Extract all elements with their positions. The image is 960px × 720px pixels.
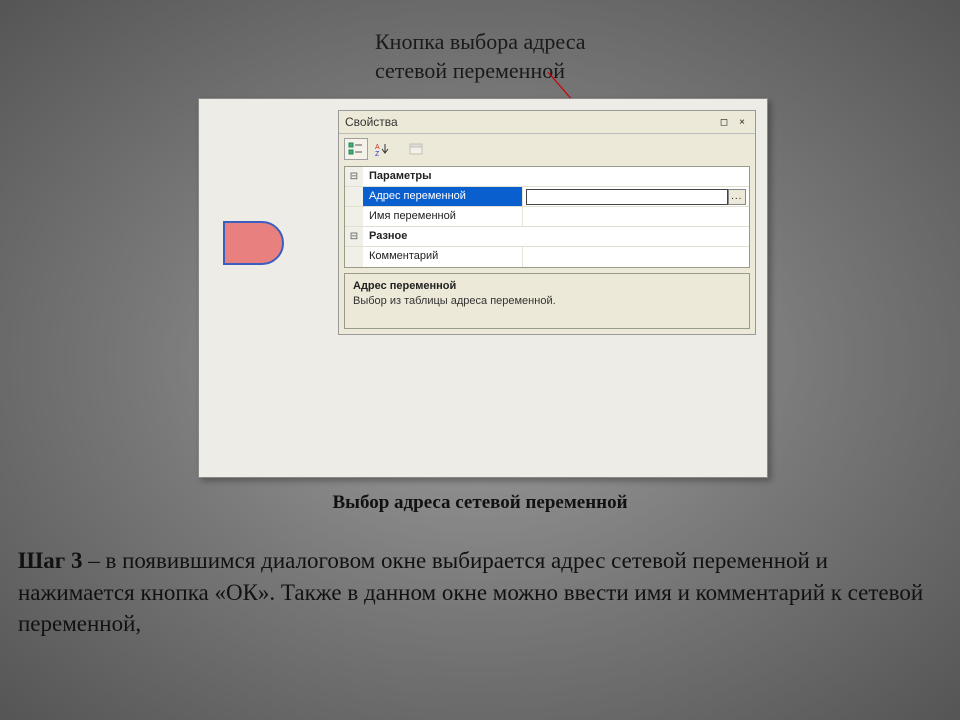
prop-label-name: Имя переменной	[363, 207, 523, 226]
prop-value-comment[interactable]	[523, 247, 749, 267]
group-row-parameters: ⊟ Параметры	[345, 167, 749, 187]
figure-caption: Выбор адреса сетевой переменной	[0, 492, 960, 514]
svg-text:A: A	[375, 144, 380, 151]
annotation-line2: сетевой переменной	[375, 58, 565, 83]
properties-panel: Свойства ◻ × A Z	[338, 110, 756, 335]
property-pages-button[interactable]	[404, 138, 428, 160]
svg-text:Z: Z	[375, 151, 380, 156]
property-grid: ⊟ Параметры Адрес переменной ... Имя пер…	[344, 166, 750, 268]
panel-window-controls: ◻ ×	[717, 116, 749, 128]
prop-row-address[interactable]: Адрес переменной ...	[345, 187, 749, 207]
group-row-misc: ⊟ Разное	[345, 227, 749, 247]
step-paragraph: Шаг 3 – в появившимся диалоговом окне вы…	[18, 545, 930, 640]
description-text: Выбор из таблицы адреса переменной.	[353, 295, 741, 307]
row-indent	[345, 207, 363, 226]
annotation-line1: Кнопка выбора адреса	[375, 29, 586, 54]
comment-input[interactable]	[526, 249, 746, 265]
annotation-label: Кнопка выбора адреса сетевой переменной	[375, 28, 586, 85]
minimize-icon[interactable]: ◻	[717, 116, 731, 128]
description-pane: Адрес переменной Выбор из таблицы адреса…	[344, 273, 750, 329]
step-prefix: Шаг 3	[18, 548, 88, 573]
alphabetical-view-button[interactable]: A Z	[370, 138, 394, 160]
collapse-icon[interactable]: ⊟	[345, 167, 363, 186]
prop-row-name[interactable]: Имя переменной	[345, 207, 749, 227]
logic-gate-symbol	[222, 220, 288, 266]
panel-toolbar: A Z	[339, 134, 755, 164]
panel-titlebar: Свойства ◻ ×	[339, 111, 755, 134]
prop-label-comment: Комментарий	[363, 247, 523, 267]
panel-title: Свойства	[345, 115, 398, 129]
prop-row-comment[interactable]: Комментарий	[345, 247, 749, 267]
step-body: – в появившимся диалоговом окне выбирает…	[18, 548, 923, 636]
close-icon[interactable]: ×	[735, 116, 749, 128]
address-browse-button[interactable]: ...	[728, 189, 746, 205]
prop-value-address[interactable]: ...	[523, 187, 749, 206]
row-indent	[345, 247, 363, 267]
description-title: Адрес переменной	[353, 280, 741, 292]
group-label-parameters: Параметры	[363, 167, 749, 186]
row-indent	[345, 187, 363, 206]
name-input[interactable]	[526, 209, 746, 225]
prop-value-name[interactable]	[523, 207, 749, 226]
group-label-misc: Разное	[363, 227, 749, 246]
address-input[interactable]	[526, 189, 728, 205]
collapse-icon[interactable]: ⊟	[345, 227, 363, 246]
prop-label-address: Адрес переменной	[363, 187, 523, 206]
categorized-view-button[interactable]	[344, 138, 368, 160]
